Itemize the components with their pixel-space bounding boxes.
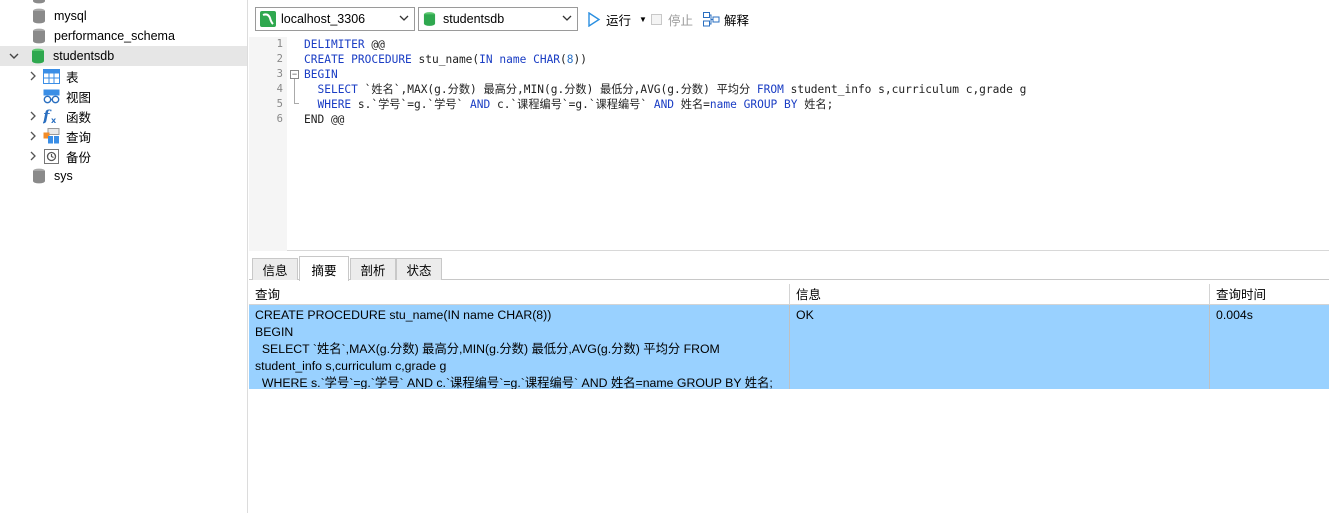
chevron-down-icon xyxy=(399,13,409,23)
chevron-down-icon xyxy=(562,13,572,23)
result-tabs: 信息 摘要 剖析 状态 xyxy=(249,256,1329,281)
stop-icon xyxy=(651,13,662,25)
tree-item-views[interactable]: 视图 xyxy=(0,86,247,106)
code-line: WHERE s.`学号`=g.`学号` AND c.`课程编号`=g.`课程编号… xyxy=(317,98,834,111)
tree-item-label: 视图 xyxy=(66,90,92,105)
chevron-right-icon[interactable] xyxy=(27,126,39,146)
tree-item-label: 备份 xyxy=(66,150,92,165)
chevron-right-icon[interactable] xyxy=(27,66,39,86)
code-line: DELIMITER @@ xyxy=(304,38,385,51)
query-toolbar: localhost_3306 studentsdb 运行 ▼ 停止 解释 xyxy=(249,0,1329,37)
line-number: 5 xyxy=(276,98,283,110)
line-number: 6 xyxy=(276,113,283,125)
fold-line-end xyxy=(294,103,299,104)
view-icon xyxy=(43,88,60,104)
table-icon xyxy=(43,68,60,84)
backup-icon xyxy=(43,148,60,164)
result-grid: 查询 信息 查询时间 CREATE PROCEDURE stu_name(IN … xyxy=(249,284,1329,513)
tree-item-label: 查询 xyxy=(66,130,92,145)
chevron-icon xyxy=(20,166,32,186)
chevron-right-icon[interactable] xyxy=(27,106,39,126)
navigator-sidebar: mysql performance_schema studentsdb 表 视图 xyxy=(0,0,248,513)
tab-profile[interactable]: 剖析 xyxy=(350,258,396,280)
explain-icon xyxy=(703,11,720,26)
database-icon xyxy=(32,48,44,64)
database-select[interactable]: studentsdb xyxy=(418,7,578,31)
tree-item-studentsdb[interactable]: studentsdb xyxy=(0,46,247,66)
line-number: 3 xyxy=(276,68,283,80)
code-line: END @@ xyxy=(304,113,345,126)
tree-item-functions[interactable]: fx 函数 xyxy=(0,106,247,126)
run-button-label: 运行 xyxy=(606,13,632,28)
tree-item-mysql[interactable]: mysql xyxy=(0,6,247,26)
database-icon xyxy=(33,0,45,4)
tab-summary[interactable]: 摘要 xyxy=(299,256,349,281)
run-button[interactable]: 运行 ▼ xyxy=(587,9,647,29)
chevron-right-icon[interactable] xyxy=(27,146,39,166)
tree-item-label: mysql xyxy=(54,9,87,23)
tree-item-sys[interactable]: sys xyxy=(0,166,247,186)
fold-line xyxy=(294,79,295,103)
query-icon xyxy=(43,128,60,144)
connection-select-value: localhost_3306 xyxy=(281,12,366,26)
caret-down-icon[interactable]: ▼ xyxy=(639,15,647,24)
explain-button-label: 解释 xyxy=(724,13,750,28)
column-header-query[interactable]: 查询 xyxy=(249,284,790,305)
stop-button[interactable]: 停止 xyxy=(651,9,693,29)
play-icon xyxy=(588,11,601,27)
tab-status[interactable]: 状态 xyxy=(396,258,442,280)
database-icon xyxy=(33,168,45,184)
tree-item-label: 表 xyxy=(66,70,79,85)
function-icon: fx xyxy=(43,108,60,124)
line-number: 4 xyxy=(276,83,283,95)
chevron-icon xyxy=(27,86,39,106)
chevron-icon xyxy=(20,26,32,46)
explain-button[interactable]: 解释 xyxy=(703,9,749,29)
column-header-query-time[interactable]: 查询时间 xyxy=(1210,284,1329,305)
column-header-info[interactable]: 信息 xyxy=(790,284,1210,305)
sql-editor[interactable]: 1 2 3 4 5 6 − DELIMITER @@ CREATE PROCED… xyxy=(249,37,1329,251)
connection-icon xyxy=(260,11,276,27)
code-line: BEGIN xyxy=(304,68,338,81)
database-icon xyxy=(423,12,436,26)
tree-item-label: performance_schema xyxy=(54,29,175,43)
stop-button-label: 停止 xyxy=(668,13,694,28)
cell-info[interactable]: OK xyxy=(790,305,1210,389)
cell-query-time[interactable]: 0.004s xyxy=(1210,305,1329,389)
tree-item-backups[interactable]: 备份 xyxy=(0,146,247,166)
chevron-icon xyxy=(20,6,32,26)
tab-info[interactable]: 信息 xyxy=(252,258,298,280)
line-number: 1 xyxy=(276,38,283,50)
fold-toggle-icon[interactable]: − xyxy=(290,70,299,79)
code-line: SELECT `姓名`,MAX(g.分数) 最高分,MIN(g.分数) 最低分,… xyxy=(317,83,1027,96)
line-number-gutter: 1 2 3 4 5 6 xyxy=(249,37,287,251)
connection-select[interactable]: localhost_3306 xyxy=(255,7,415,31)
tree-item-label: studentsdb xyxy=(53,49,115,63)
code-line: CREATE PROCEDURE stu_name(IN name CHAR(8… xyxy=(304,53,588,66)
tree-item-label: 函数 xyxy=(66,110,92,125)
tree-item-label: sys xyxy=(54,169,73,183)
database-icon xyxy=(33,8,45,24)
tree-item-queries[interactable]: 查询 xyxy=(0,126,247,146)
database-select-value: studentsdb xyxy=(443,12,505,26)
svg-text:x: x xyxy=(51,116,57,124)
cell-query[interactable]: CREATE PROCEDURE stu_name(IN name CHAR(8… xyxy=(249,305,790,389)
tree-item-tables[interactable]: 表 xyxy=(0,66,247,86)
tree-item-performance-schema[interactable]: performance_schema xyxy=(0,26,247,46)
database-icon xyxy=(33,28,45,44)
line-number: 2 xyxy=(276,53,283,65)
chevron-down-icon[interactable] xyxy=(8,46,20,66)
